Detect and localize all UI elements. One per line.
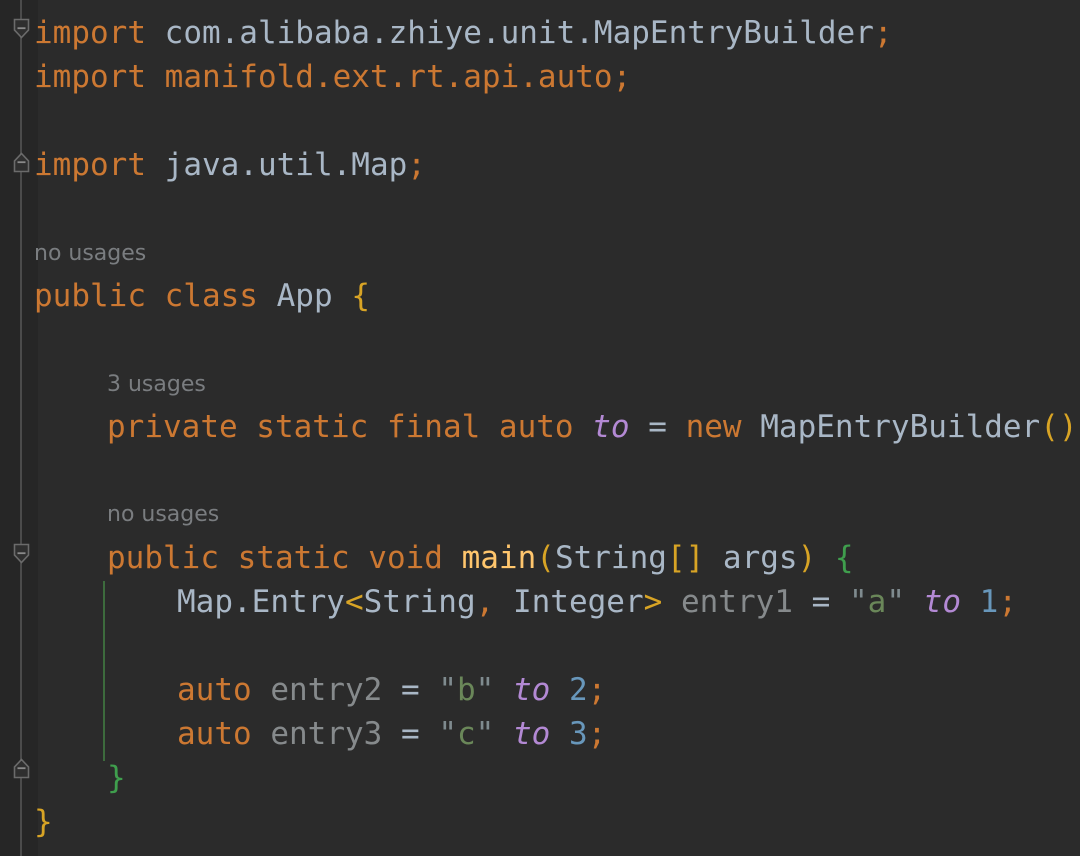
token-kw: auto xyxy=(177,672,252,708)
token-br0: ( xyxy=(536,540,555,576)
token-kw: new xyxy=(686,409,742,445)
code-line[interactable]: import manifold.ext.rt.api.auto; xyxy=(34,55,631,99)
token-op xyxy=(816,540,835,576)
token-punc: , xyxy=(476,584,495,620)
token-punc: ; xyxy=(874,15,893,51)
token-op xyxy=(742,409,761,445)
token-op: = xyxy=(382,716,438,752)
token-op: = xyxy=(793,584,849,620)
token-op xyxy=(961,584,980,620)
token-ext: to xyxy=(513,716,550,752)
code-line[interactable]: } xyxy=(107,756,126,800)
code-line[interactable]: public class App { xyxy=(34,274,370,318)
token-kw: auto xyxy=(177,716,252,752)
token-op xyxy=(704,540,723,576)
token-strq: " xyxy=(438,716,457,752)
token-ext: to xyxy=(513,672,550,708)
token-strq: " xyxy=(476,716,495,752)
token-cls: args xyxy=(723,540,798,576)
token-br0: > xyxy=(644,584,663,620)
token-num: 2 xyxy=(569,672,588,708)
code-line[interactable]: private static final auto to = new MapEn… xyxy=(107,405,1080,449)
token-punc: ; xyxy=(407,147,426,183)
token-cls: App xyxy=(277,278,333,314)
token-op xyxy=(494,716,513,752)
token-strq: " xyxy=(476,672,495,708)
token-kw: public static void xyxy=(107,540,462,576)
token-kw: private static final auto xyxy=(107,409,592,445)
token-op xyxy=(494,672,513,708)
token-strq: " xyxy=(886,584,905,620)
token-cls: String xyxy=(555,540,667,576)
usage-inlay-hint[interactable]: 3 usages xyxy=(107,368,206,402)
indent-guide xyxy=(103,581,105,761)
token-str: c xyxy=(457,716,476,752)
token-num: 3 xyxy=(569,716,588,752)
token-lvar: entry3 xyxy=(270,716,382,752)
token-op xyxy=(550,716,569,752)
token-br0: ) xyxy=(798,540,817,576)
token-op: = xyxy=(630,409,686,445)
token-strq: " xyxy=(438,672,457,708)
token-cls: Map.Entry xyxy=(177,584,345,620)
token-op xyxy=(494,584,513,620)
token-strq: " xyxy=(849,584,868,620)
token-cls: MapEntryBuilder xyxy=(760,409,1040,445)
token-br1: } xyxy=(107,760,126,796)
token-op xyxy=(905,584,924,620)
token-kw: import xyxy=(34,15,165,51)
code-editor[interactable]: no usages 3 usages no usages import com.al… xyxy=(0,0,1080,856)
code-line[interactable]: public static void main(String[] args) { xyxy=(107,536,854,580)
code-line[interactable]: import com.alibaba.zhiye.unit.MapEntryBu… xyxy=(34,11,893,55)
token-op xyxy=(333,278,352,314)
token-br0: < xyxy=(345,584,364,620)
token-str: b xyxy=(457,672,476,708)
token-br0: { xyxy=(351,278,370,314)
token-lvar: entry2 xyxy=(270,672,382,708)
code-surface[interactable]: no usages 3 usages no usages import com.al… xyxy=(0,0,1080,856)
code-line[interactable]: auto entry2 = "b" to 2; xyxy=(177,668,606,712)
code-line[interactable]: import java.util.Map; xyxy=(34,143,426,187)
usage-inlay-hint[interactable]: no usages xyxy=(107,498,219,532)
token-op xyxy=(252,672,271,708)
token-br0: [] xyxy=(667,540,704,576)
token-kw: import xyxy=(34,59,165,95)
token-kw: public class xyxy=(34,278,277,314)
token-cls: com.alibaba.zhiye.unit.MapEntryBuilder xyxy=(165,15,874,51)
token-punc: ; xyxy=(588,716,607,752)
token-punc: ; xyxy=(998,584,1017,620)
token-op: = xyxy=(382,672,438,708)
token-str: a xyxy=(868,584,887,620)
token-punc: ; xyxy=(588,672,607,708)
token-fn: main xyxy=(462,540,537,576)
token-kw: manifold.ext.rt.api.auto; xyxy=(165,59,632,95)
token-kw: import xyxy=(34,147,165,183)
token-op xyxy=(252,716,271,752)
token-cls: String xyxy=(364,584,476,620)
token-lvar: entry1 xyxy=(681,584,793,620)
token-op xyxy=(662,584,681,620)
token-br1: { xyxy=(835,540,854,576)
token-br0: } xyxy=(34,804,53,840)
token-cls: java.util.Map xyxy=(165,147,408,183)
token-br0: () xyxy=(1040,409,1077,445)
code-line[interactable]: Map.Entry<String, Integer> entry1 = "a" … xyxy=(177,580,1017,624)
token-ext: to xyxy=(592,409,629,445)
token-cls: Integer xyxy=(513,584,644,620)
usage-inlay-hint[interactable]: no usages xyxy=(34,237,146,271)
token-num: 1 xyxy=(980,584,999,620)
code-line[interactable]: auto entry3 = "c" to 3; xyxy=(177,712,606,756)
code-line[interactable]: } xyxy=(34,800,53,844)
token-op xyxy=(550,672,569,708)
token-ext: to xyxy=(924,584,961,620)
